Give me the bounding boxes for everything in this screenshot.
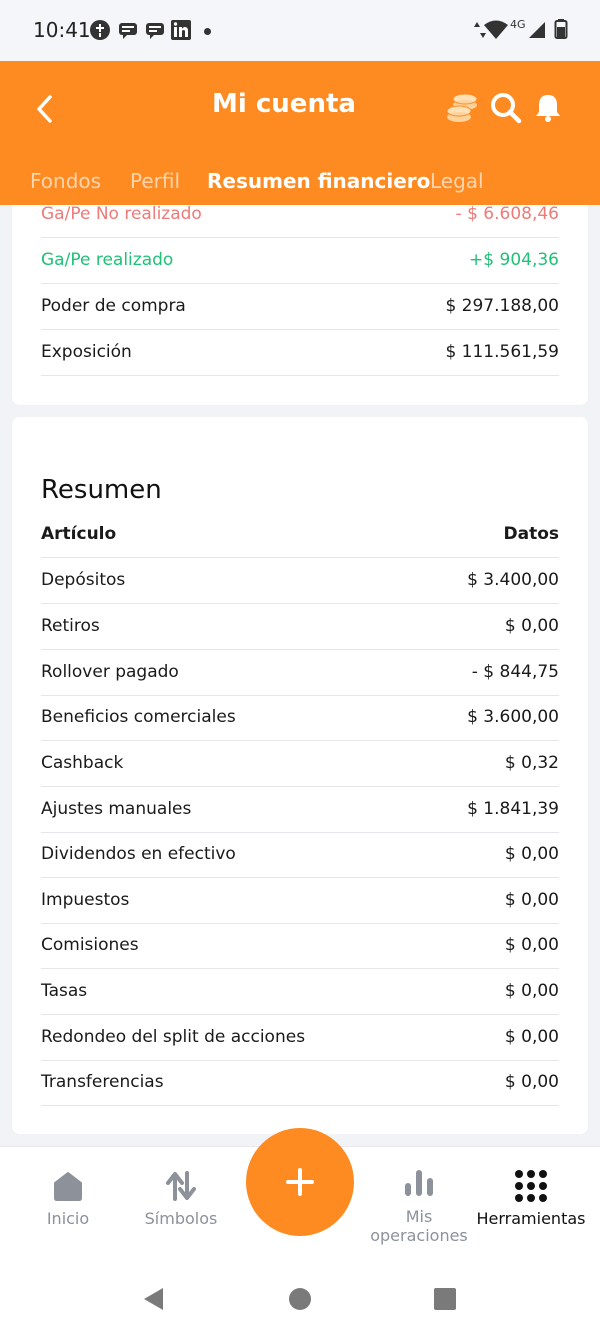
summary-value: - $ 844,75 <box>471 662 559 682</box>
summary-label: Cashback <box>41 753 124 773</box>
metric-row: Poder de compra $ 297.188,00 <box>41 284 559 330</box>
home-icon <box>54 1172 82 1201</box>
metric-value: +$ 904,36 <box>469 250 559 270</box>
metric-label: Ga/Pe No realizado <box>41 205 202 224</box>
summary-label: Redondeo del split de acciones <box>41 1027 306 1047</box>
account-metrics-card: Ga/Pe No realizado - $ 6.608,46 Ga/Pe re… <box>12 205 588 405</box>
tab-resumen-financiero[interactable]: Resumen financiero <box>207 169 430 193</box>
summary-row: Beneficios comerciales $ 3.600,00 <box>41 695 559 741</box>
tab-fondos[interactable]: Fondos <box>30 169 101 193</box>
summary-row: Rollover pagado - $ 844,75 <box>41 650 559 696</box>
signal-icon <box>529 22 545 38</box>
summary-value: $ 0,32 <box>504 753 559 773</box>
nav-label: Herramientas <box>476 1209 586 1228</box>
summary-label: Tasas <box>41 981 88 1001</box>
search-icon[interactable] <box>489 91 523 125</box>
status-time: 10:41 <box>33 18 91 42</box>
network-type: 4G <box>510 18 526 31</box>
linkedin-icon <box>171 20 191 40</box>
summary-row: Dividendos en efectivo $ 0,00 <box>41 832 559 878</box>
summary-value: $ 0,00 <box>504 981 559 1001</box>
summary-label: Retiros <box>41 616 100 636</box>
system-home-icon[interactable] <box>287 1286 313 1312</box>
summary-value: $ 0,00 <box>504 935 559 955</box>
summary-row: Comisiones $ 0,00 <box>41 923 559 969</box>
system-navigation-bar <box>0 1264 600 1333</box>
metric-value: $ 111.561,59 <box>445 342 559 362</box>
summary-value: $ 3.400,00 <box>467 570 559 590</box>
metric-label: Poder de compra <box>41 296 186 316</box>
nav-simbolos[interactable]: Símbolos <box>121 1147 241 1257</box>
summary-label: Ajustes manuales <box>41 799 192 819</box>
summary-label: Comisiones <box>41 935 139 955</box>
summary-value: $ 0,00 <box>504 844 559 864</box>
summary-value: $ 3.600,00 <box>467 707 559 727</box>
system-recents-icon[interactable] <box>432 1286 458 1312</box>
column-header-data: Datos <box>503 524 559 544</box>
summary-row: Transferencias $ 0,00 <box>41 1060 559 1106</box>
metric-row: Ga/Pe realizado +$ 904,36 <box>41 238 559 284</box>
nav-label: Inicio <box>46 1209 90 1228</box>
bell-icon[interactable] <box>531 91 565 125</box>
summary-row: Retiros $ 0,00 <box>41 604 559 650</box>
grid-dots-icon <box>515 1170 547 1202</box>
notification-dot <box>204 28 211 35</box>
swap-arrows-icon <box>166 1171 196 1201</box>
summary-value: $ 0,00 <box>504 890 559 910</box>
summary-row: Ajustes manuales $ 1.841,39 <box>41 787 559 833</box>
tab-bar: Fondos Perfil Resumen financiero Legal <box>0 165 600 205</box>
plus-icon <box>286 1168 314 1196</box>
summary-label: Rollover pagado <box>41 662 179 682</box>
battery-icon <box>554 19 568 39</box>
tab-perfil[interactable]: Perfil <box>130 169 180 193</box>
summary-value: $ 1.841,39 <box>467 799 559 819</box>
summary-label: Dividendos en efectivo <box>41 844 236 864</box>
bar-chart-icon <box>405 1170 433 1196</box>
message-icon <box>119 23 137 39</box>
nav-label: Mis operaciones <box>370 1207 468 1245</box>
summary-label: Beneficios comerciales <box>41 707 236 727</box>
add-operation-button[interactable] <box>246 1128 354 1236</box>
column-header-item: Artículo <box>41 524 117 544</box>
summary-label: Depósitos <box>41 570 126 590</box>
status-bar: 10:41 4G <box>0 0 600 61</box>
metric-label: Ga/Pe realizado <box>41 250 174 270</box>
summary-value: $ 0,00 <box>504 1027 559 1047</box>
page-title: Mi cuenta <box>212 89 356 119</box>
summary-label: Impuestos <box>41 890 130 910</box>
metric-value: $ 297.188,00 <box>445 296 559 316</box>
summary-value: $ 0,00 <box>504 1072 559 1092</box>
summary-title: Resumen <box>41 475 162 505</box>
nav-label: Símbolos <box>144 1209 218 1228</box>
alert-icon <box>90 20 110 40</box>
summary-row: Cashback $ 0,32 <box>41 741 559 787</box>
metric-row: Ga/Pe No realizado - $ 6.608,46 <box>41 205 559 238</box>
summary-label: Transferencias <box>41 1072 164 1092</box>
metric-label: Exposición <box>41 342 132 362</box>
system-back-icon[interactable] <box>141 1286 167 1312</box>
summary-row: Depósitos $ 3.400,00 <box>41 558 559 604</box>
wifi-icon <box>484 20 508 39</box>
app-header: Mi cuenta Fondos Perfil Resumen financie… <box>0 61 600 205</box>
summary-card: Resumen Artículo Datos Depósitos $ 3.400,… <box>12 417 588 1134</box>
nav-inicio[interactable]: Inicio <box>8 1147 128 1257</box>
metric-row: Exposición $ 111.561,59 <box>41 330 559 376</box>
tab-legal[interactable]: Legal <box>430 169 484 193</box>
summary-header-row: Artículo Datos <box>41 512 559 558</box>
metric-value: - $ 6.608,46 <box>455 205 559 224</box>
nav-mis-operaciones[interactable]: Mis operaciones <box>359 1147 479 1257</box>
summary-row: Impuestos $ 0,00 <box>41 878 559 924</box>
summary-value: $ 0,00 <box>504 616 559 636</box>
summary-row: Tasas $ 0,00 <box>41 969 559 1015</box>
summary-row: Redondeo del split de acciones $ 0,00 <box>41 1015 559 1061</box>
nav-herramientas[interactable]: Herramientas <box>471 1147 591 1257</box>
coins-icon[interactable] <box>443 89 481 127</box>
message-icon <box>146 23 164 39</box>
